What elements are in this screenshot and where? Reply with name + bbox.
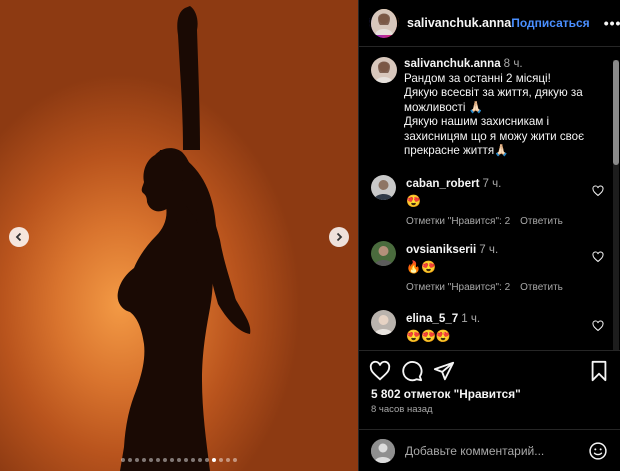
paper-plane-icon[interactable] (433, 360, 455, 382)
comments-scrollbar[interactable] (613, 60, 619, 350)
caption-time: 8 ч. (503, 57, 523, 70)
carousel-dot (149, 458, 153, 462)
heart-icon[interactable] (592, 320, 604, 332)
carousel-dot (219, 458, 223, 462)
carousel-dot (233, 458, 237, 462)
author-avatar[interactable] (369, 6, 399, 40)
caption-line: Рандом за останні 2 місяці! (404, 71, 551, 85)
comment-text: 🔥😍 (406, 260, 436, 274)
comment-time: 7 ч. (482, 177, 502, 190)
reply-button[interactable]: Ответить (520, 216, 563, 227)
heart-icon[interactable] (592, 185, 604, 197)
chevron-left-icon (15, 232, 22, 242)
post-header: salivanchuk.anna Подписаться ••• (359, 0, 620, 47)
caption-text: salivanchuk.anna 8 ч. Рандом за останні 2… (404, 57, 606, 159)
post-side-panel: salivanchuk.anna Подписаться ••• salivan… (358, 0, 620, 471)
carousel-dot (191, 458, 195, 462)
commenter-username[interactable]: elina_5_7 (406, 312, 458, 325)
reply-button[interactable]: Ответить (520, 282, 563, 293)
comment-text: 😍 (406, 194, 421, 208)
likes-count[interactable]: 5 802 отметок "Нравится" (371, 387, 521, 401)
commenter-avatar[interactable] (371, 310, 396, 335)
comment-likes-count[interactable]: Отметки "Нравится": 2 (406, 216, 510, 227)
caption-line: Дякую нашим захисникам і захисницям що я… (404, 115, 585, 157)
carousel-dot (121, 458, 125, 462)
carousel-dot (205, 458, 209, 462)
carousel-dot (163, 458, 167, 462)
commenter-username[interactable]: caban_robert (406, 177, 479, 190)
carousel-dot (184, 458, 188, 462)
post-actions-bar (359, 350, 620, 390)
comment-text: 😍😍😍 (406, 329, 451, 343)
woman-silhouette-image (117, 6, 251, 471)
heart-icon[interactable] (592, 251, 604, 263)
chevron-right-icon (336, 232, 343, 242)
caption-author-avatar[interactable] (371, 57, 397, 83)
comment-item: elina_5_7 1 ч. 😍😍😍 (371, 310, 608, 343)
previous-photo-button[interactable] (9, 227, 29, 247)
bookmark-icon[interactable] (588, 360, 610, 382)
carousel-dot (128, 458, 132, 462)
carousel-dot (226, 458, 230, 462)
carousel-dot (212, 458, 216, 462)
author-username[interactable]: salivanchuk.anna (407, 16, 511, 30)
add-comment-input[interactable] (405, 443, 588, 458)
caption-line: Дякую всесвіт за життя, дякую за можливо… (404, 86, 583, 114)
smiley-icon[interactable] (588, 441, 608, 461)
author-avatar-image (369, 6, 399, 40)
add-comment-bar (359, 429, 620, 471)
commenter-username[interactable]: ovsianikserii (406, 243, 476, 256)
post-photo[interactable] (0, 0, 358, 471)
comment-likes-count[interactable]: Отметки "Нравится": 2 (406, 282, 510, 293)
comment-time: 7 ч. (479, 243, 499, 256)
scrollbar-thumb[interactable] (613, 60, 619, 165)
post-caption: salivanchuk.anna 8 ч. Рандом за останні 2… (359, 48, 620, 159)
commenter-avatar[interactable] (371, 241, 396, 266)
carousel-dot (170, 458, 174, 462)
follow-button[interactable]: Подписаться (511, 16, 589, 30)
current-user-avatar (371, 438, 395, 463)
comment-bubble-icon[interactable] (401, 360, 423, 382)
more-options-button[interactable]: ••• (604, 15, 620, 31)
post-modal: salivanchuk.anna Подписаться ••• salivan… (0, 0, 620, 471)
comments-scroll-area[interactable]: salivanchuk.anna 8 ч. Рандом за останні 2… (359, 48, 620, 349)
carousel-dot (135, 458, 139, 462)
carousel-dot (177, 458, 181, 462)
comment-item: ovsianikserii 7 ч. 🔥😍 Отметки "Нравится":… (371, 241, 608, 293)
carousel-dot (142, 458, 146, 462)
carousel-indicator (0, 458, 358, 462)
comment-time: 1 ч. (461, 312, 481, 325)
carousel-dot (198, 458, 202, 462)
heart-icon[interactable] (369, 360, 391, 382)
next-photo-button[interactable] (329, 227, 349, 247)
caption-author-username[interactable]: salivanchuk.anna (404, 57, 501, 70)
post-timestamp[interactable]: 8 часов назад (371, 404, 433, 415)
commenter-avatar[interactable] (371, 175, 396, 200)
comment-item: caban_robert 7 ч. 😍 Отметки "Нравится": 2… (371, 175, 608, 227)
carousel-dot (156, 458, 160, 462)
